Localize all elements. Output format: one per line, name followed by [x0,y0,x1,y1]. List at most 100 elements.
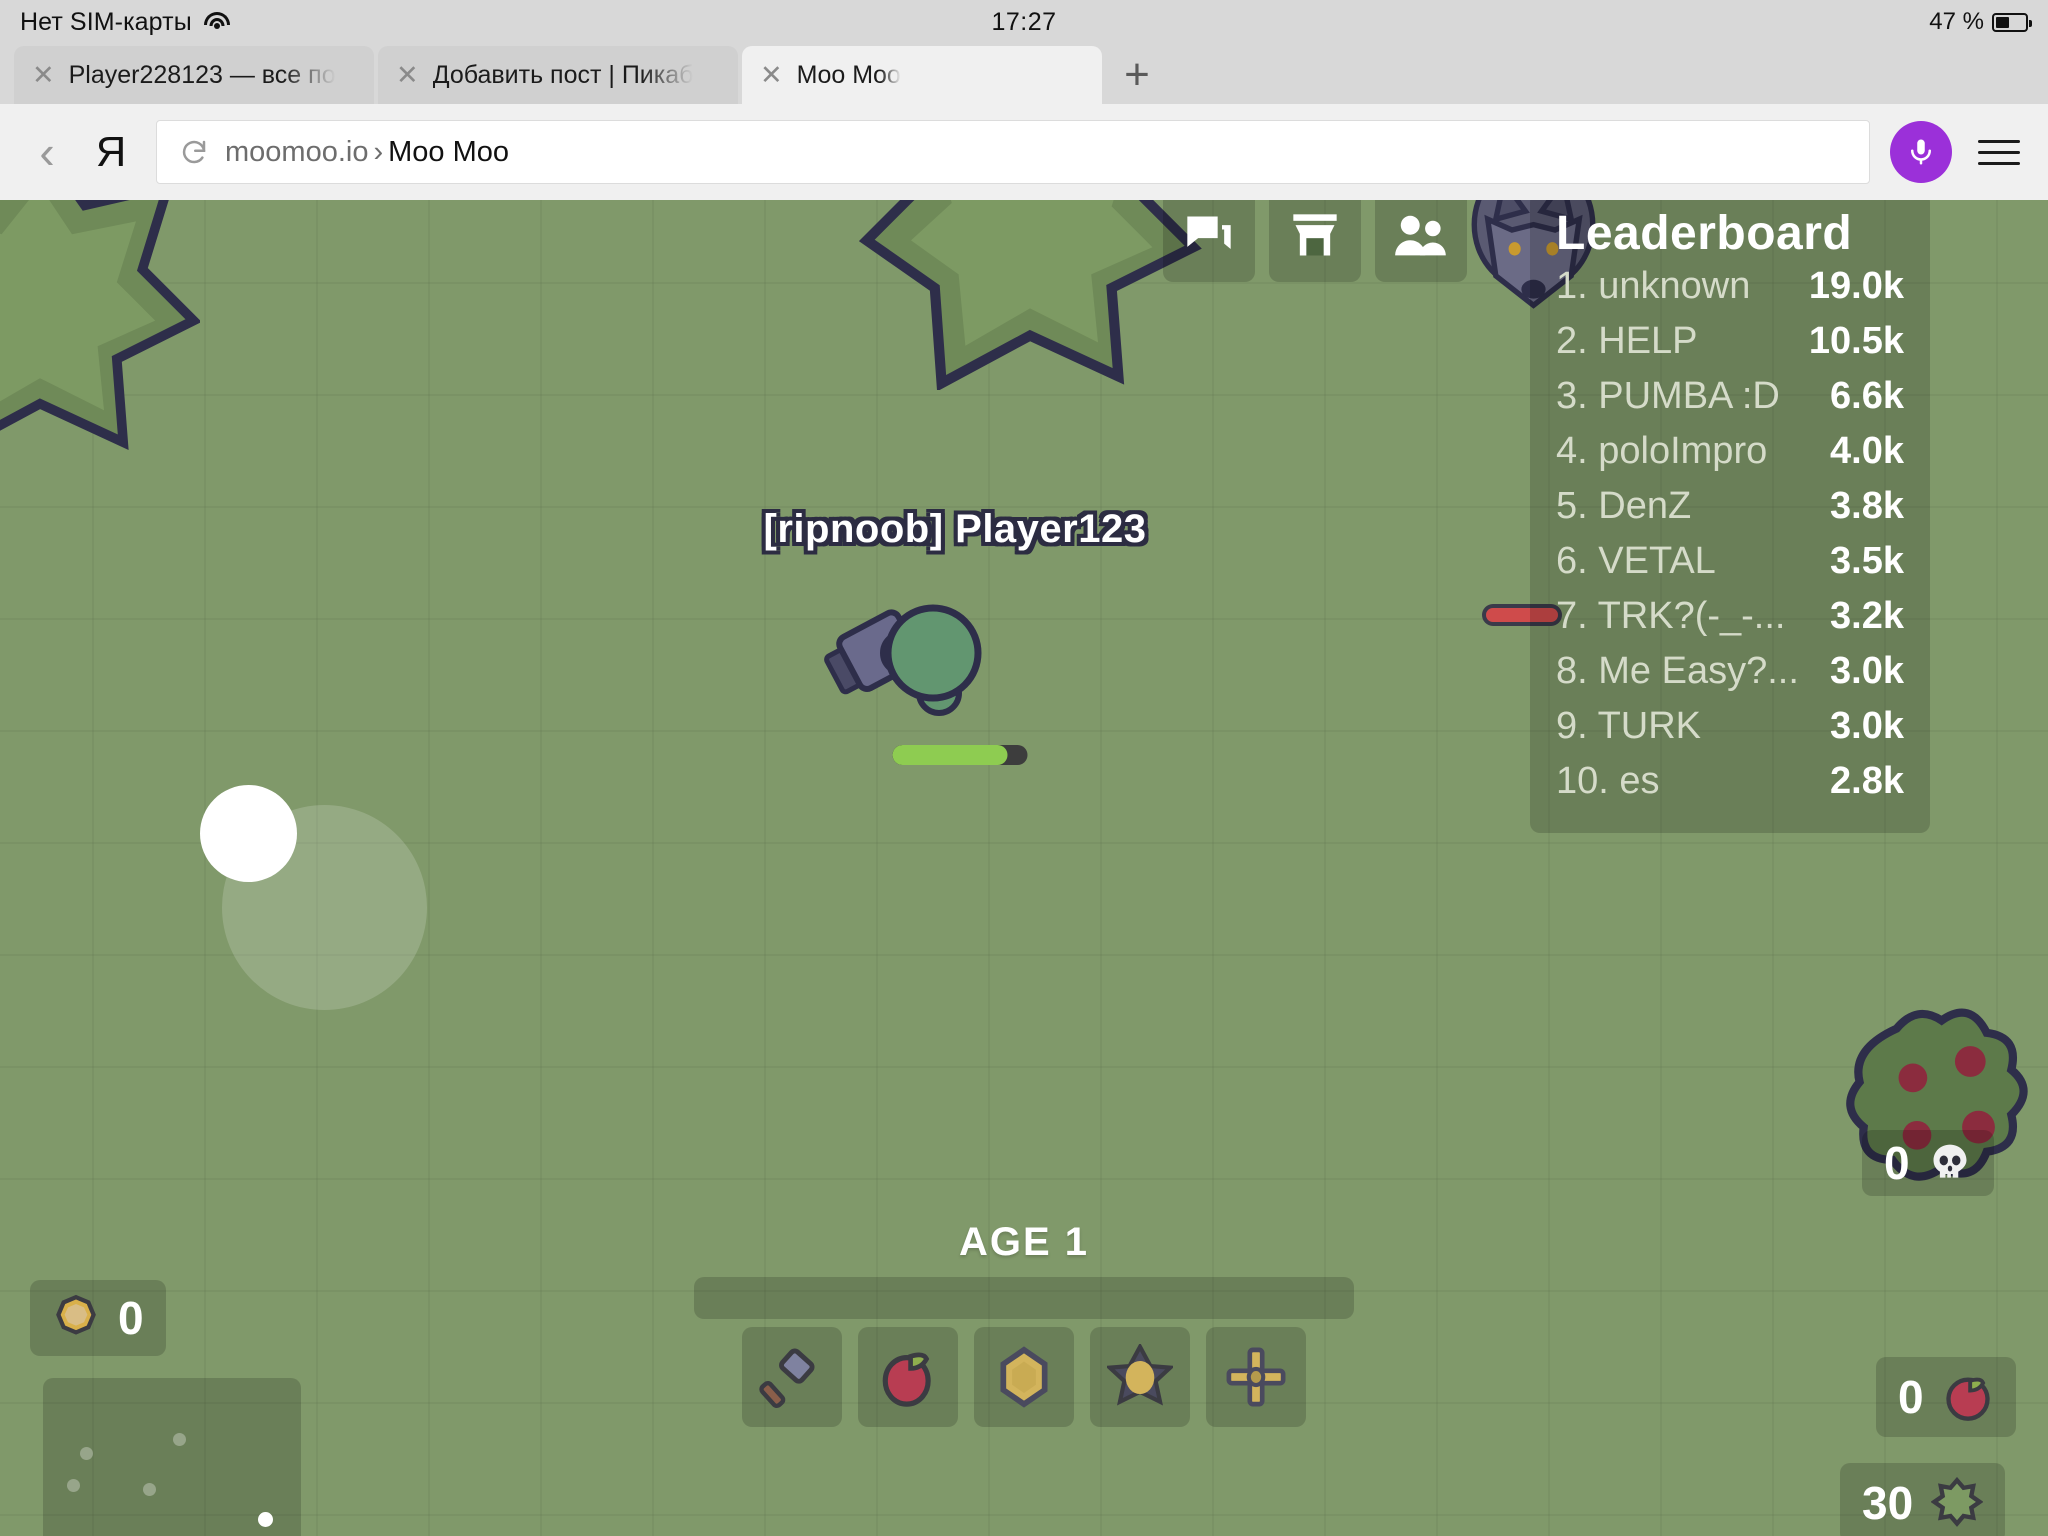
age-progress-track [694,1277,1354,1319]
browser-menu-button[interactable] [1968,121,2030,183]
url-text: moomoo.io › Moo Moo [225,136,509,169]
url-domain: moomoo.io [225,135,369,168]
minimap[interactable] [43,1378,301,1536]
hotbar-slot-food-apple[interactable] [858,1327,958,1427]
leaderboard-row: 6. VETAL 3.5k [1556,540,1904,595]
cloud-white [200,785,297,882]
hamburger-menu-icon [1978,150,2020,154]
hotbar-slot-wall-wood[interactable] [974,1327,1074,1427]
yandex-logo[interactable]: Я [82,123,140,181]
browser-chrome: Нет SIM-карты 17:27 47 % ✕ Player228123 … [0,0,2048,200]
leaderboard-row: 5. DenZ 3.8k [1556,485,1904,540]
reload-icon[interactable] [179,137,209,167]
clan-button[interactable] [1375,200,1467,282]
player-character: [ripnoob] Player123 [764,507,1146,765]
hotbar-slot-windmill[interactable] [1206,1327,1306,1427]
leaderboard-player-score: 6.6k [1830,375,1904,417]
leaderboard-player-name: 4. poloImpro [1556,430,1768,472]
chat-icon [1187,216,1231,249]
hammer-icon [759,1348,815,1409]
tab-item-2-active[interactable]: ✕ Moo Moo [742,46,1102,104]
player-health-bar [892,745,1028,765]
leaderboard-player-score: 3.5k [1830,540,1904,582]
leaderboard-player-score: 2.8k [1830,760,1904,802]
hotbar-slot-tool-hammer[interactable] [742,1327,842,1427]
gold-counter-chip: 0 [30,1280,166,1356]
leaderboard-player-score: 3.0k [1830,705,1904,747]
battery-icon [1992,12,2032,32]
minimap-dot [143,1483,156,1496]
tab-item-1[interactable]: ✕ Добавить пост | Пикаб [378,46,738,104]
wood-value: 30 [1862,1477,1914,1529]
bush-decoration [855,200,1205,390]
leaderboard-player-name: 6. VETAL [1556,540,1716,582]
voice-search-button[interactable] [1890,121,1952,183]
minimap-self-dot [258,1512,273,1527]
kill-count-value: 0 [1884,1137,1910,1189]
status-bar-left: Нет SIM-карты [20,8,230,37]
player-health-fill [892,745,1008,765]
leaderboard-row: 2. HELP 10.5k [1556,320,1904,375]
leaderboard-rows: 1. unknown 19.0k 2. HELP 10.5k 3. PUMBA :D 6.… [1556,265,1904,815]
leaderboard-player-score: 3.2k [1830,595,1904,637]
leaderboard-player-name: 9. TURK [1556,705,1702,747]
tab-strip: ✕ Player228123 — все по ✕ Добавить пост … [0,44,2048,104]
leaderboard-row: 3. PUMBA :D 6.6k [1556,375,1904,430]
age-progress-section: AGE 1 [694,1220,1354,1319]
leaderboard-title: Leaderboard [1556,207,1853,260]
player-sprite [824,604,982,716]
store-icon [1293,214,1337,256]
hamburger-menu-icon [1978,139,2020,143]
chat-button[interactable] [1163,200,1255,282]
game-action-buttons [1163,200,1467,282]
wood-counter-chip: 30 [1840,1463,2006,1536]
leaderboard-row: 9. TURK 3.0k [1556,705,1904,760]
leaderboard-row: 4. poloImpro 4.0k [1556,430,1904,485]
leaderboard-player-name: 1. unknown [1556,265,1751,307]
store-button[interactable] [1269,200,1361,282]
leaderboard-player-score: 10.5k [1808,320,1904,362]
leaderboard-player-score: 4.0k [1830,430,1904,472]
tab-item-0[interactable]: ✕ Player228123 — все по [14,46,374,104]
bush-decoration [0,200,200,460]
url-page-title: Moo Moo [388,135,510,168]
close-icon[interactable]: ✕ [32,61,55,89]
kill-counter-chip: 0 [1862,1130,1994,1196]
clock-label: 17:27 [991,7,1057,36]
apple-icon [882,1352,931,1407]
leaderboard-panel: Leaderboard 1. unknown 19.0k 2. HELP 10.5k 3… [1530,200,1930,833]
gold-value: 0 [118,1292,144,1344]
minimap-dot [67,1479,80,1492]
leaderboard-player-name: 3. PUMBA :D [1556,375,1780,417]
age-label: AGE 1 [958,1220,1090,1264]
tab-title: Moo Moo [796,60,901,89]
wood-bush-icon [1931,1477,1984,1527]
leaderboard-player-name: 8. Me Easy?... [1556,650,1799,692]
close-icon[interactable]: ✕ [396,61,419,89]
hexagon-wall-icon [1000,1346,1048,1408]
leaderboard-player-name: 10. es [1556,760,1660,802]
leaderboard-player-name: 2. HELP [1556,320,1698,362]
food-counter-chip: 0 [1876,1357,2016,1437]
leaderboard-row: 10. es 2.8k [1556,760,1904,815]
status-bar-right: 47 % [1929,8,2032,36]
leaderboard-row: 1. unknown 19.0k [1556,265,1904,320]
game-canvas[interactable]: [ripnoob] Player123 Leaderboard 1. unkno… [0,200,2048,1536]
windmill-icon [1226,1347,1286,1407]
leaderboard-player-name: 7. TRK?(-_-... [1556,595,1786,637]
leaderboard-row: 7. TRK?(-_-... 3.2k [1556,595,1904,650]
people-icon [1395,215,1446,256]
close-icon[interactable]: ✕ [760,61,783,89]
tab-title: Добавить пост | Пикаб [432,60,694,89]
minimap-dot [80,1447,93,1460]
leaderboard-player-name: 5. DenZ [1556,485,1692,527]
wifi-icon [203,12,230,32]
url-separator: › [373,135,384,168]
new-tab-button[interactable]: + [1106,46,1168,104]
hamburger-menu-icon [1978,161,2020,165]
back-button[interactable]: ‹ [18,123,76,181]
hotbar-slot-spike-stone[interactable] [1090,1327,1190,1427]
leaderboard-player-score: 19.0k [1808,265,1904,307]
ios-status-bar: Нет SIM-карты 17:27 47 % [0,0,2048,44]
url-input[interactable]: moomoo.io › Moo Moo [156,120,1870,184]
